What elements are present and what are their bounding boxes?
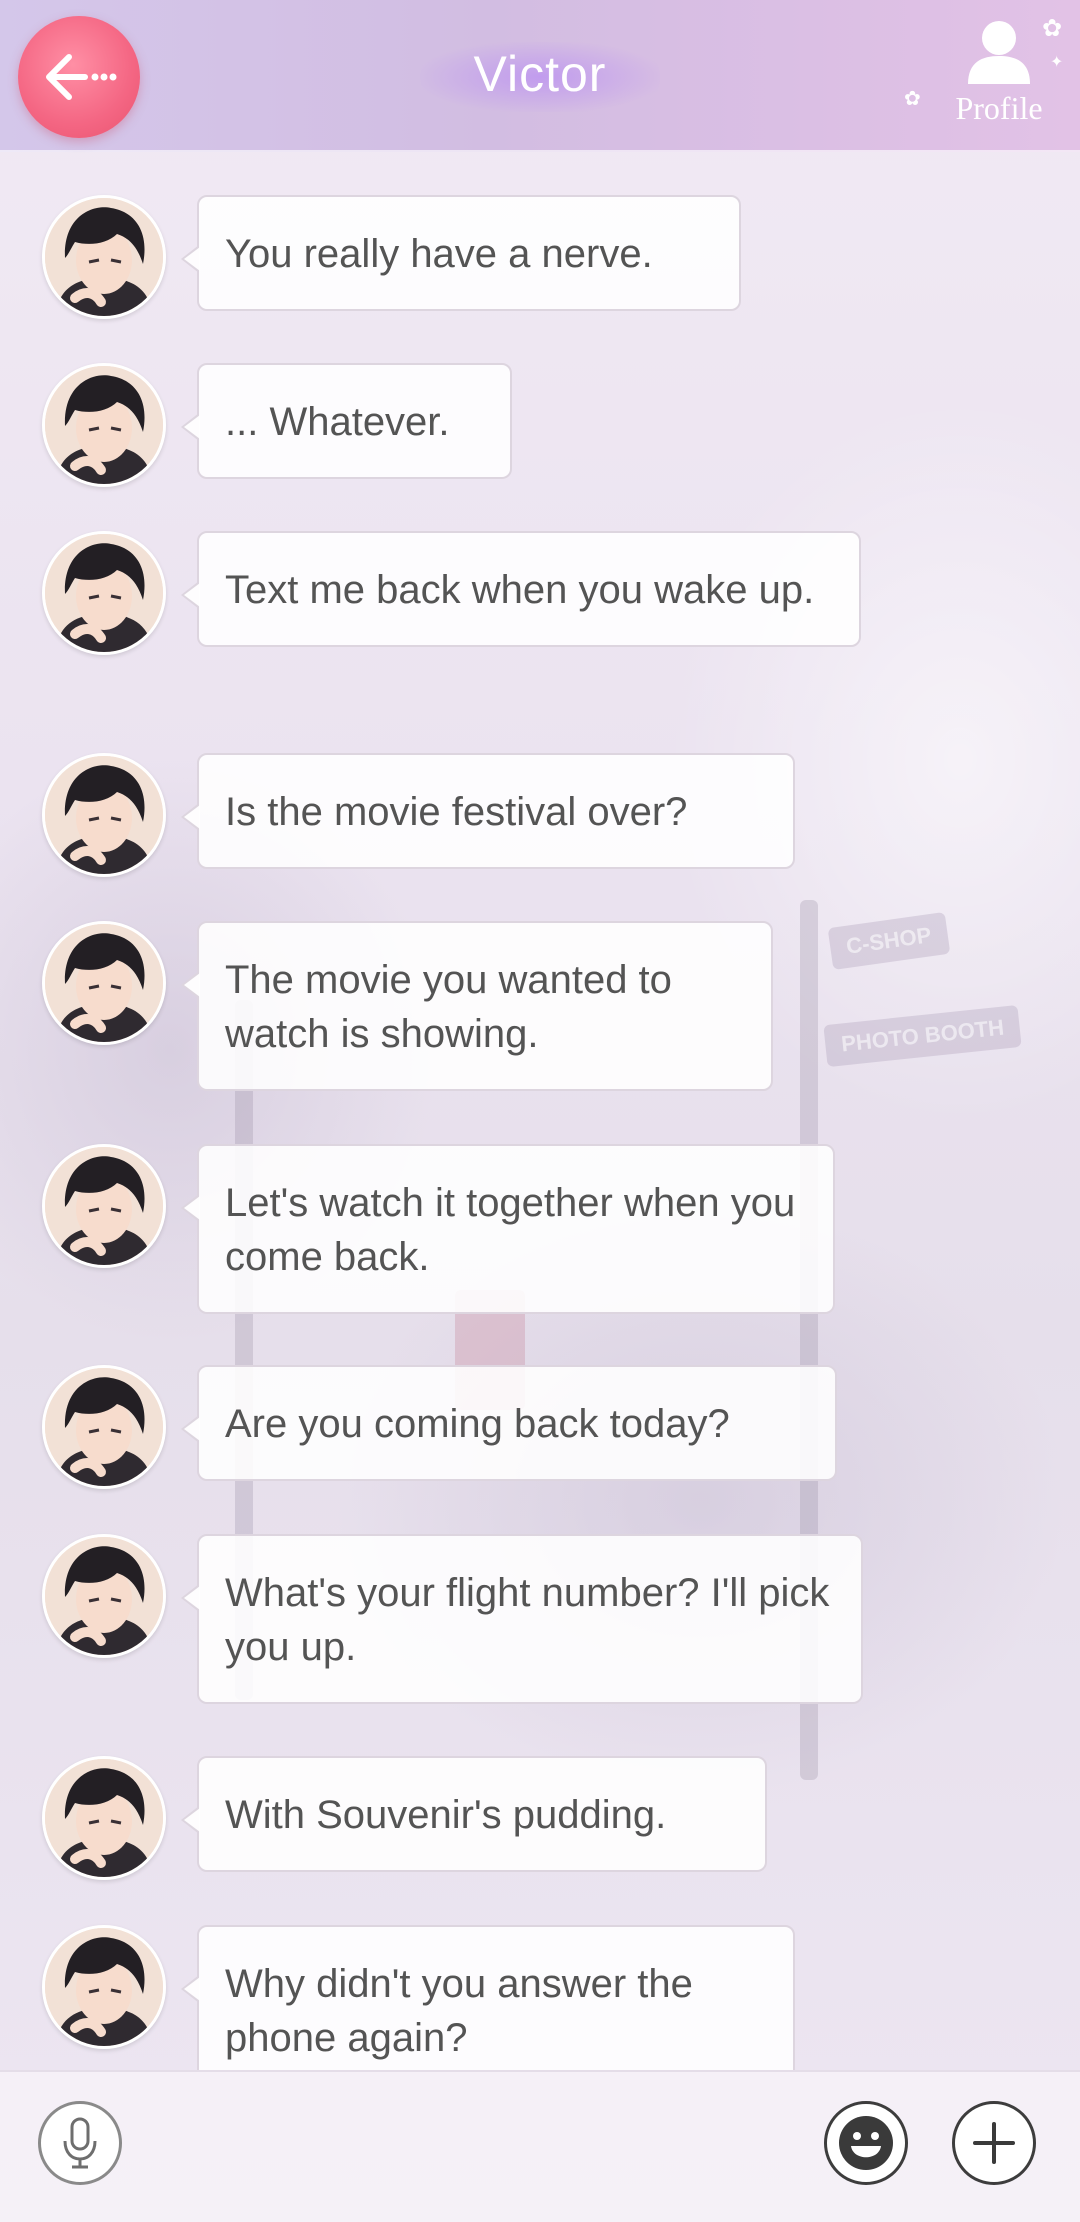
message-text: Why didn't you answer the phone again? — [225, 1962, 693, 2060]
message-text: Is the movie festival over? — [225, 790, 688, 834]
avatar[interactable] — [42, 363, 166, 487]
profile-button[interactable]: Profile — [944, 18, 1054, 140]
message-bubble[interactable]: What's your flight number? I'll pick you… — [181, 1534, 863, 1704]
avatar-portrait-icon — [45, 1368, 163, 1486]
plus-icon — [973, 2122, 1015, 2164]
add-attachment-button[interactable] — [952, 2101, 1036, 2185]
avatar-portrait-icon — [45, 534, 163, 652]
message-text: ... Whatever. — [225, 400, 450, 444]
message-bubble[interactable]: Text me back when you wake up. — [181, 531, 861, 647]
voice-button[interactable] — [38, 2101, 122, 2185]
message-text: You really have a nerve. — [225, 232, 653, 276]
avatar-portrait-icon — [45, 924, 163, 1042]
sparkle-icon: ✦ — [1050, 54, 1064, 71]
message-bubble[interactable]: The movie you wanted to watch is showing… — [181, 921, 773, 1091]
message-bubble[interactable]: With Souvenir's pudding. — [181, 1756, 767, 1872]
avatar[interactable] — [42, 1925, 166, 2049]
profile-label: Profile — [955, 90, 1043, 126]
message-text: Text me back when you wake up. — [225, 568, 815, 612]
message-text: What's your flight number? I'll pick you… — [225, 1571, 830, 1669]
message-bubble[interactable]: ... Whatever. — [181, 363, 512, 479]
avatar[interactable] — [42, 1144, 166, 1268]
avatar-portrait-icon — [45, 198, 163, 316]
avatar[interactable] — [42, 921, 166, 1045]
chat-header: Victor Profile ✿ ✦ ✿ — [0, 0, 1080, 152]
avatar-portrait-icon — [45, 366, 163, 484]
avatar-portrait-icon — [45, 1537, 163, 1655]
microphone-icon — [63, 2117, 97, 2169]
avatar-portrait-icon — [45, 1147, 163, 1265]
message-bubble[interactable]: Why didn't you answer the phone again? — [181, 1925, 795, 2070]
sparkle-icon: ✿ — [904, 88, 921, 110]
avatar[interactable] — [42, 531, 166, 655]
avatar-portrait-icon — [45, 756, 163, 874]
avatar[interactable] — [42, 1534, 166, 1658]
avatar[interactable] — [42, 195, 166, 319]
sparkle-icon: ✿ — [1042, 15, 1063, 42]
avatar[interactable] — [42, 1365, 166, 1489]
input-bar — [0, 2070, 1080, 2222]
message-bubble[interactable]: Let's watch it together when you come ba… — [181, 1144, 835, 1314]
message-text: With Souvenir's pudding. — [225, 1793, 667, 1837]
message-text: The movie you wanted to watch is showing… — [225, 958, 672, 1056]
message-bubble[interactable]: You really have a nerve. — [181, 195, 741, 311]
avatar[interactable] — [42, 1756, 166, 1880]
message-list[interactable]: You really have a nerve. ... Whatever. T… — [0, 150, 1080, 2070]
avatar[interactable] — [42, 753, 166, 877]
avatar-portrait-icon — [45, 1928, 163, 2046]
message-bubble[interactable]: Are you coming back today? — [181, 1365, 837, 1481]
avatar-portrait-icon — [45, 1759, 163, 1877]
message-bubble[interactable]: Is the movie festival over? — [181, 753, 795, 869]
emoji-button[interactable] — [824, 2101, 908, 2185]
message-text: Let's watch it together when you come ba… — [225, 1181, 796, 1279]
message-text: Are you coming back today? — [225, 1402, 730, 1446]
emoji-icon — [839, 2116, 893, 2170]
person-icon — [968, 21, 1030, 84]
